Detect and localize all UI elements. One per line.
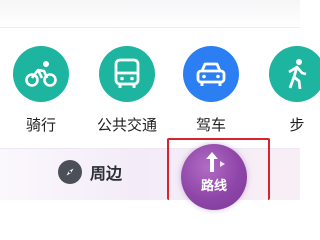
mode-driving-label: 驾车 bbox=[195, 116, 226, 134]
previous-panel-edge bbox=[0, 0, 300, 28]
mode-cycling-label: 骑行 bbox=[25, 116, 56, 134]
nearby-button[interactable]: 周边 bbox=[58, 160, 122, 184]
bicycle-icon bbox=[13, 46, 69, 102]
route-button[interactable]: 路线 bbox=[181, 144, 247, 210]
car-icon bbox=[183, 46, 239, 102]
mode-public-transit-label: 公共交通 bbox=[96, 116, 157, 134]
compass-icon bbox=[58, 160, 82, 184]
nearby-label: 周边 bbox=[90, 164, 123, 183]
bus-icon bbox=[99, 46, 155, 102]
route-arrow-icon bbox=[206, 152, 225, 172]
transport-mode-row: 骑行 公共交通 驾车 步 bbox=[0, 46, 320, 142]
mode-walking[interactable]: 步 bbox=[262, 46, 320, 142]
mode-driving[interactable]: 驾车 bbox=[176, 46, 246, 142]
mode-cycling[interactable]: 骑行 bbox=[6, 46, 76, 142]
mode-walking-label: 步 bbox=[289, 116, 305, 134]
mode-public-transit[interactable]: 公共交通 bbox=[92, 46, 162, 142]
route-label: 路线 bbox=[200, 179, 227, 194]
walking-icon bbox=[269, 46, 320, 102]
